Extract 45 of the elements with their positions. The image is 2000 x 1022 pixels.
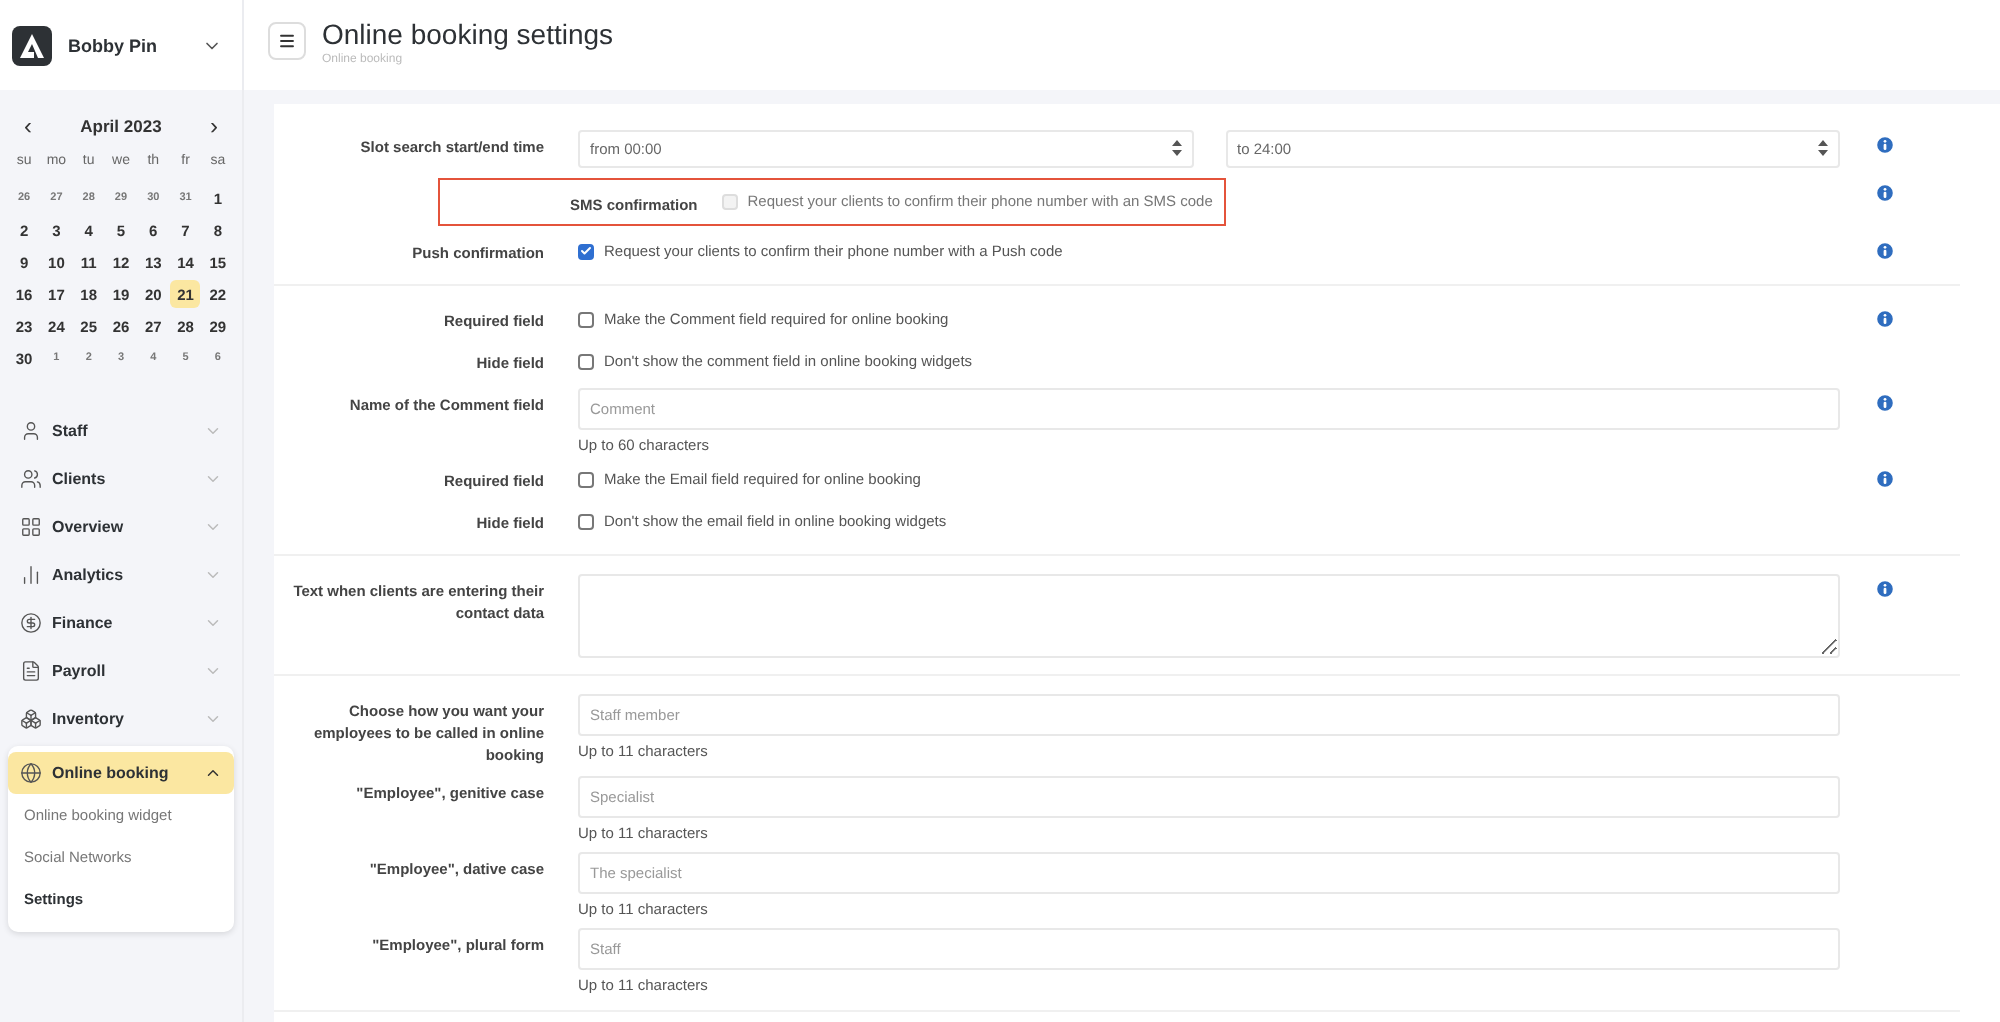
chevron-down-icon [204,710,222,728]
nav-item[interactable]: Inventory [8,698,234,740]
nav-item[interactable]: Finance [8,602,234,644]
people-icon [20,468,42,490]
logo-icon [12,25,52,65]
info-icon[interactable] [1874,391,1896,413]
chevron-down-icon [204,614,222,632]
menu-button[interactable] [268,22,306,60]
menu-icon [278,32,296,50]
info-icon[interactable] [1874,239,1896,261]
globe-icon [20,762,42,784]
dollar-icon [20,612,42,634]
info-icon[interactable] [1874,577,1896,599]
checkbox[interactable] [578,471,594,487]
updown-icon [1171,140,1181,156]
document-icon [20,660,42,682]
checkbox[interactable] [578,311,594,327]
checkbox[interactable] [578,243,594,259]
nav-item[interactable]: Clients [8,458,234,500]
chevron-down-icon [204,422,222,440]
chevron-down-icon [204,518,222,536]
chevron-down-icon [204,662,222,680]
info-icon[interactable] [1874,307,1896,329]
previous-month-button[interactable]: ‹ [24,114,32,138]
next-month-button[interactable]: › [209,114,218,138]
person-icon [20,420,42,442]
page-title: Online booking settings [322,18,614,50]
grid-icon [20,516,42,538]
checkbox[interactable] [578,353,594,369]
account-name: Bobby Pin [68,35,159,55]
nav-item[interactable]: Online booking [8,752,234,794]
chevron-up-icon [204,764,222,782]
bar-chart-icon [20,564,42,586]
nav-item[interactable]: Analytics [8,554,234,596]
nav-item[interactable]: Overview [8,506,234,548]
chevron-down-icon [204,470,222,488]
month-title: April 2023 [80,116,162,136]
boxes-icon [20,708,42,730]
updown-icon [1818,140,1828,156]
info-icon[interactable] [1874,467,1896,489]
nav-item[interactable]: Staff [8,410,234,452]
checkbox[interactable] [578,513,594,529]
nav-item[interactable]: Payroll [8,650,234,692]
info-icon[interactable] [1874,133,1896,155]
chevron-down-icon [204,566,222,584]
